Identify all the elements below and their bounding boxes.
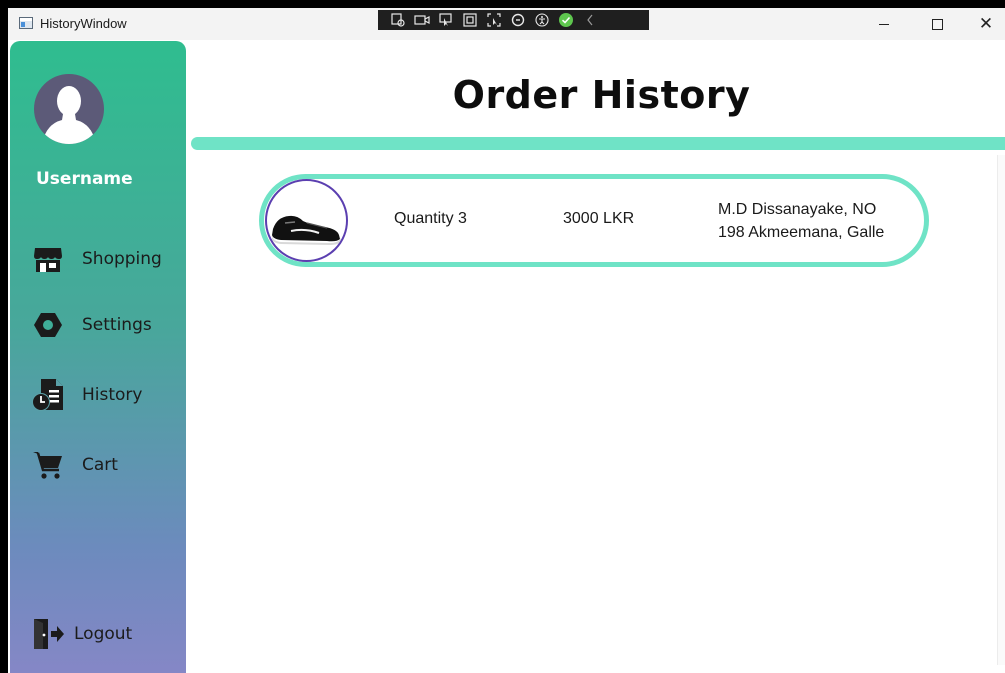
sidebar-item-settings[interactable]: Settings <box>30 307 152 343</box>
order-address: M.D Dissanayake, NO 198 Akmeemana, Galle <box>718 198 884 244</box>
order-card[interactable]: Quantity 3 3000 LKR M.D Dissanayake, NO … <box>259 174 929 267</box>
sneaker-image <box>272 215 341 245</box>
window-title: HistoryWindow <box>40 16 127 31</box>
track-focus-icon[interactable] <box>486 13 502 27</box>
close-icon: ✕ <box>978 13 994 34</box>
address-line-2: 198 Akmeemana, Galle <box>718 224 885 241</box>
accessibility-icon[interactable] <box>534 13 550 27</box>
collapse-toolbar-icon[interactable] <box>582 13 598 27</box>
address-line-1: M.D Dissanayake, NO <box>718 201 877 218</box>
display-layout-adorners-icon[interactable] <box>462 13 478 27</box>
history-document-icon <box>30 377 66 413</box>
debug-toolbar <box>378 10 649 30</box>
sidebar-item-label: Shopping <box>82 249 162 269</box>
live-visual-tree-icon[interactable] <box>390 13 406 27</box>
avatar <box>34 74 104 144</box>
maximize-icon <box>931 18 943 30</box>
logout-button[interactable]: Logout <box>30 616 132 652</box>
order-price: 3000 LKR <box>563 210 635 227</box>
logout-label: Logout <box>74 624 133 644</box>
logout-icon <box>30 616 66 652</box>
order-quantity: Quantity 3 <box>394 210 467 227</box>
user-silhouette-icon <box>42 86 96 144</box>
sidebar-item-label: History <box>82 385 143 405</box>
store-icon <box>30 241 66 277</box>
sidebar-item-label: Cart <box>82 455 118 475</box>
select-element-icon[interactable] <box>438 13 454 27</box>
scrollbar[interactable] <box>997 155 1005 665</box>
hot-reload-icon[interactable] <box>510 13 526 27</box>
record-video-icon[interactable] <box>414 13 430 27</box>
minimize-icon <box>879 23 889 25</box>
header-divider <box>191 137 1005 150</box>
app-icon <box>19 17 33 29</box>
page-title: Order History <box>452 73 751 117</box>
sidebar-item-label: Settings <box>82 315 152 335</box>
minimize-button[interactable] <box>861 8 907 40</box>
history-window: HistoryWindow ✕ Username Shopping Settin… <box>8 8 1005 673</box>
product-thumbnail <box>265 179 348 262</box>
close-button[interactable]: ✕ <box>963 8 1005 40</box>
hexagon-settings-icon <box>30 307 66 343</box>
cart-icon <box>30 447 66 483</box>
username-label: Username <box>36 169 133 189</box>
maximize-button[interactable] <box>914 8 960 40</box>
check-status-icon[interactable] <box>558 13 574 27</box>
sidebar-item-shopping[interactable]: Shopping <box>30 241 162 277</box>
sidebar-item-cart[interactable]: Cart <box>30 447 118 483</box>
sidebar-item-history[interactable]: History <box>30 377 142 413</box>
title-bar: HistoryWindow ✕ <box>8 8 1005 40</box>
sidebar: Username Shopping Settings History Cart … <box>10 41 186 673</box>
